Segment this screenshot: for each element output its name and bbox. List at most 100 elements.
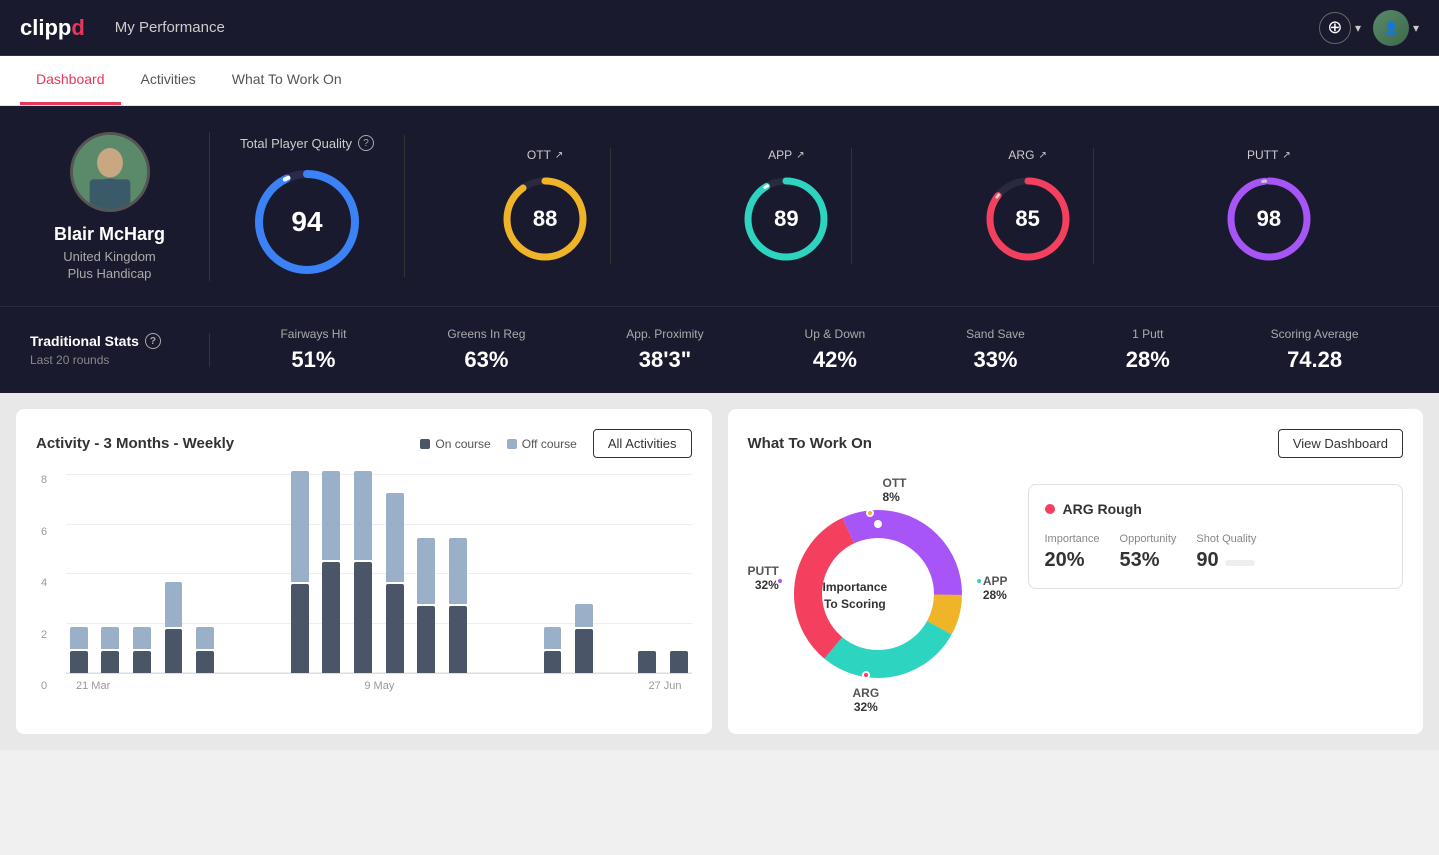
metric-opportunity: Opportunity 53% <box>1120 533 1177 572</box>
legend-off-course-dot <box>507 439 517 449</box>
bar-stack <box>540 627 566 673</box>
avatar[interactable]: 👤 <box>1373 10 1409 46</box>
ott-score: OTT ↗ 88 <box>480 148 611 264</box>
metric-importance: Importance 20% <box>1045 533 1100 572</box>
bar-on-course <box>322 562 340 673</box>
bar-group <box>350 474 376 673</box>
trad-stats-title: Traditional Stats ? <box>30 333 189 349</box>
chart-area <box>66 474 692 674</box>
add-icon[interactable]: ⊕ <box>1319 12 1351 44</box>
bar-stack <box>98 627 124 673</box>
bar-group <box>382 474 408 673</box>
legend-on-course: On course <box>420 437 490 451</box>
bar-chart: 8 6 4 2 0 21 Mar <box>36 474 692 714</box>
arg-circle: 85 <box>983 174 1073 264</box>
putt-circle: 98 <box>1224 174 1314 264</box>
bar-group <box>287 474 313 673</box>
bar-off-course <box>196 627 214 649</box>
donut-section: OTT 8% PUTT 32% APP 28% ARG <box>748 474 1404 714</box>
bar-off-course <box>133 627 151 649</box>
stats-grid: Fairways Hit 51% Greens In Reg 63% App. … <box>210 327 1409 373</box>
stat-scoring-value: 74.28 <box>1271 347 1359 373</box>
bar-off-course <box>386 493 404 582</box>
bar-group <box>161 474 187 673</box>
traditional-stats: Traditional Stats ? Last 20 rounds Fairw… <box>0 306 1439 393</box>
donut-chart-wrapper: OTT 8% PUTT 32% APP 28% ARG <box>748 474 1008 714</box>
stat-updown-value: 42% <box>805 347 866 373</box>
bar-group <box>634 474 660 673</box>
bar-off-course <box>70 627 88 649</box>
card-dot <box>1045 504 1055 514</box>
bar-group <box>508 474 534 673</box>
stat-scoring: Scoring Average 74.28 <box>1271 327 1359 373</box>
putt-trend: ↗ <box>1282 150 1290 161</box>
tab-what-to-work-on[interactable]: What To Work On <box>216 56 358 105</box>
bar-on-course <box>417 606 435 673</box>
legend-on-course-dot <box>420 439 430 449</box>
metric-opportunity-label: Opportunity <box>1120 533 1177 545</box>
app-value: 89 <box>774 206 798 232</box>
activity-panel: Activity - 3 Months - Weekly On course O… <box>16 409 712 734</box>
app-score: APP ↗ 89 <box>721 148 852 264</box>
y-axis: 8 6 4 2 0 <box>41 474 47 692</box>
bar-off-course <box>291 471 309 582</box>
metric-shot-quality: Shot Quality 90 <box>1196 533 1256 572</box>
bar-off-course <box>417 538 435 605</box>
bar-stack <box>350 471 376 673</box>
hero-section: Blair McHarg United Kingdom Plus Handica… <box>0 106 1439 306</box>
activity-panel-controls: On course Off course All Activities <box>420 429 691 458</box>
stat-oneputt-value: 28% <box>1126 347 1170 373</box>
header: clippd My Performance ⊕ ▾ 👤 ▾ <box>0 0 1439 56</box>
bar-on-course <box>575 629 593 673</box>
arg-label: ARG ↗ <box>1008 148 1046 162</box>
stat-proximity: App. Proximity 38'3" <box>626 327 703 373</box>
stat-proximity-value: 38'3" <box>626 347 703 373</box>
bar-stack <box>66 627 92 673</box>
bar-stack <box>129 627 155 673</box>
bar-group <box>666 474 692 673</box>
bar-stack <box>634 649 660 673</box>
app-label: APP ↗ <box>768 148 804 162</box>
bar-stack <box>319 471 345 673</box>
stat-oneputt: 1 Putt 28% <box>1126 327 1170 373</box>
bar-off-course <box>354 471 372 560</box>
bar-off-course <box>575 604 593 626</box>
bar-group <box>413 474 439 673</box>
player-handicap: Plus Handicap <box>68 266 152 281</box>
view-dashboard-button[interactable]: View Dashboard <box>1278 429 1403 458</box>
metric-importance-value: 20% <box>1045 549 1100 572</box>
bar-on-course <box>196 651 214 673</box>
player-info: Blair McHarg United Kingdom Plus Handica… <box>30 132 210 281</box>
ott-label: OTT ↗ <box>527 148 563 162</box>
stat-updown-label: Up & Down <box>805 327 866 341</box>
add-button[interactable]: ⊕ ▾ <box>1319 12 1361 44</box>
player-avatar <box>70 132 150 212</box>
tab-dashboard[interactable]: Dashboard <box>20 56 121 105</box>
all-activities-button[interactable]: All Activities <box>593 429 692 458</box>
bottom-panels: Activity - 3 Months - Weekly On course O… <box>0 393 1439 750</box>
bar-stack <box>382 493 408 673</box>
trad-info-icon[interactable]: ? <box>145 333 161 349</box>
arg-score: ARG ↗ 85 <box>963 148 1094 264</box>
header-title: My Performance <box>115 19 1319 36</box>
profile-dropdown-arrow: ▾ <box>1413 21 1419 35</box>
score-group: OTT ↗ 88 APP ↗ <box>405 148 1409 264</box>
ott-dot <box>866 509 874 517</box>
bar-off-course <box>322 471 340 560</box>
bar-on-course <box>386 584 404 673</box>
ott-value: 88 <box>533 206 557 232</box>
profile-menu[interactable]: 👤 ▾ <box>1373 10 1419 46</box>
putt-label: PUTT ↗ <box>1247 148 1291 162</box>
stat-gir-value: 63% <box>447 347 525 373</box>
info-icon[interactable]: ? <box>358 135 374 151</box>
bar-stack <box>445 538 471 673</box>
metric-importance-label: Importance <box>1045 533 1100 545</box>
bar-stack <box>666 649 692 673</box>
total-score-value: 94 <box>291 206 322 238</box>
stat-updown: Up & Down 42% <box>805 327 866 373</box>
bar-stack <box>192 627 218 673</box>
tab-activities[interactable]: Activities <box>125 56 212 105</box>
bar-on-course <box>670 651 688 673</box>
app-circle: 89 <box>741 174 831 264</box>
stat-sandsave: Sand Save 33% <box>966 327 1025 373</box>
